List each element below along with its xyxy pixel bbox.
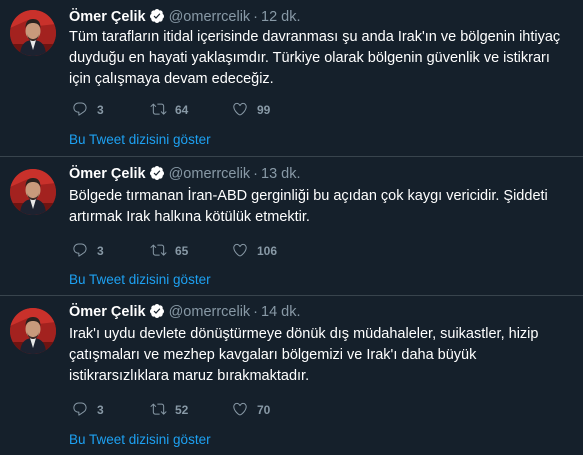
author-name[interactable]: Ömer Çelik [69,166,146,182]
author-handle[interactable]: @omerrcelik [169,9,251,25]
like-icon [233,243,247,257]
tweet-text: Bölgede tırmanan İran-ABD gerginliği bu … [69,188,548,225]
tweet[interactable]: Ömer Çelik @omerrcelik · 14 dk. Irak'ı uydu… [0,296,583,455]
retweet-count: 65 [175,244,189,258]
like-icon [233,102,247,116]
author-name[interactable]: Ömer Çelik [69,304,146,320]
retweet-count: 52 [175,403,189,417]
show-thread-link[interactable]: Bu Tweet dizisini göster [69,271,211,289]
verified-badge-icon [149,303,165,325]
like-count: 99 [257,103,271,117]
tweet-timestamp[interactable]: 13 dk. [261,166,301,182]
avatar[interactable] [10,10,56,56]
tweet-timestamp[interactable]: 12 dk. [261,9,301,25]
verified-badge-icon [149,165,165,187]
avatar[interactable] [10,169,56,215]
avatar[interactable] [10,308,56,354]
tweet-feed: Ömer Çelik @omerrcelik · 12 dk. Tüm tarafla… [0,0,583,455]
reply-count: 3 [97,244,104,258]
tweet-header: Ömer Çelik @omerrcelik · 12 dk. [69,7,301,27]
tweet-text: Irak'ı uydu devlete dönüştürmeye dönük d… [69,326,539,384]
tweet[interactable]: Ömer Çelik @omerrcelik · 12 dk. Tüm tarafla… [0,0,583,156]
tweet-header: Ömer Çelik @omerrcelik · 14 dk. [69,302,301,322]
author-name[interactable]: Ömer Çelik [69,9,146,25]
retweet-icon [150,244,167,256]
like-icon [233,402,247,416]
reply-icon [73,243,87,257]
reply-icon [73,102,87,116]
author-handle[interactable]: @omerrcelik [169,166,251,182]
separator-dot: · [253,166,259,182]
reply-count: 3 [97,103,104,117]
like-count: 70 [257,403,271,417]
tweet-timestamp[interactable]: 14 dk. [261,304,301,320]
reply-icon [73,402,87,416]
author-handle[interactable]: @omerrcelik [169,304,251,320]
separator-dot: · [253,9,259,25]
retweet-count: 64 [175,103,189,117]
show-thread-link[interactable]: Bu Tweet dizisini göster [69,431,211,449]
separator-dot: · [253,304,259,320]
retweet-icon [150,103,167,115]
tweet-text: Tüm tarafların itidal içerisinde davranm… [69,29,561,87]
retweet-icon [150,403,167,415]
show-thread-link[interactable]: Bu Tweet dizisini göster [69,131,211,149]
tweet-header: Ömer Çelik @omerrcelik · 13 dk. [69,164,301,184]
like-count: 106 [257,244,278,258]
reply-count: 3 [97,403,104,417]
tweet[interactable]: Ömer Çelik @omerrcelik · 13 dk. Bölgede tır… [0,157,583,295]
